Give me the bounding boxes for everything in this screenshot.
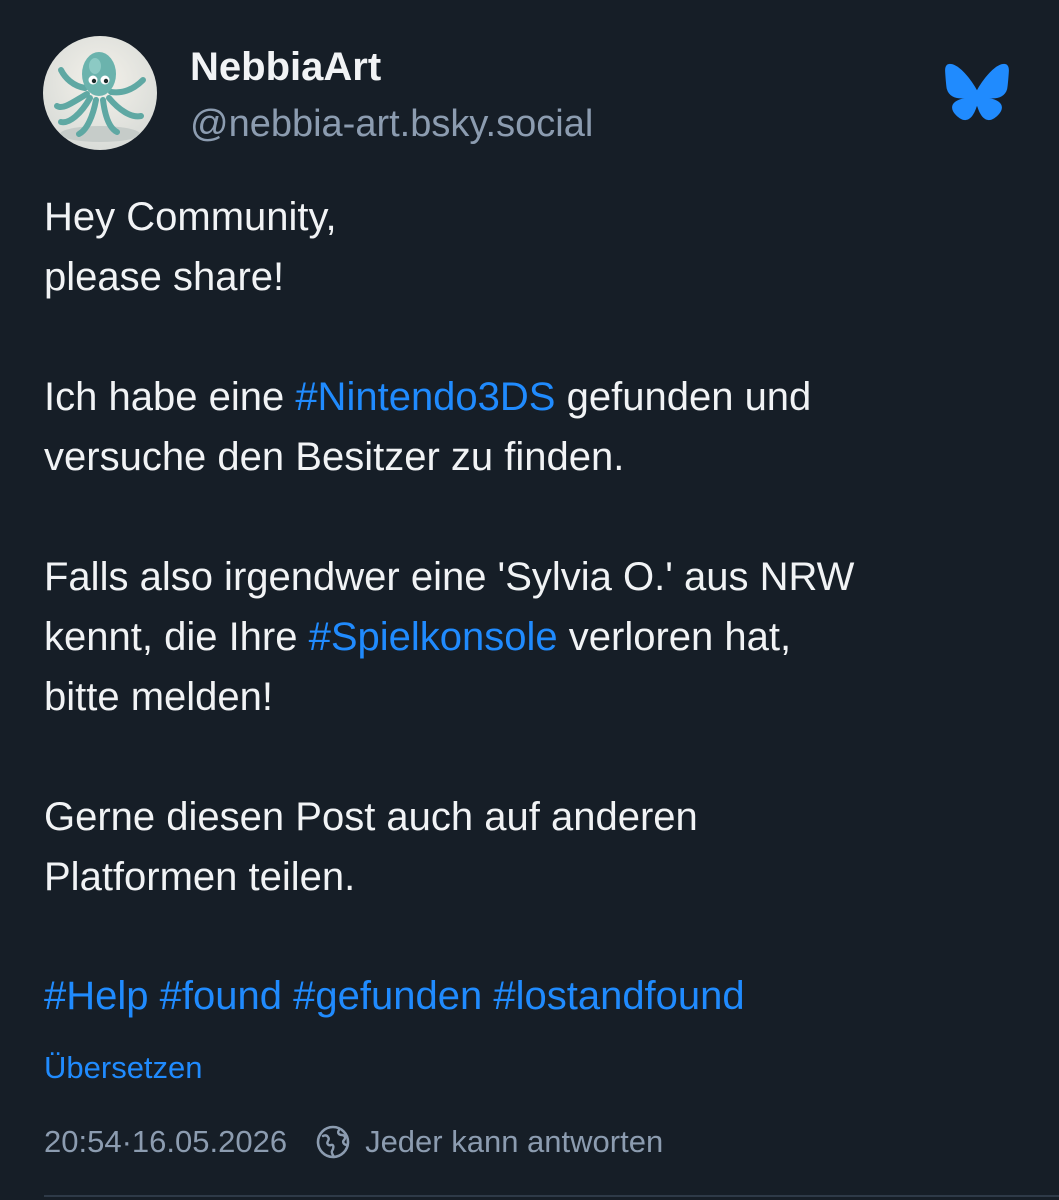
post-paragraph: Gerne diesen Post auch auf anderen Platf… [44, 787, 1034, 907]
post-text-line: bitte melden! [44, 675, 274, 719]
hashtag-spielkonsole-link[interactable]: #Spielkonsole [309, 615, 558, 659]
avatar[interactable] [43, 36, 157, 150]
post-text-line: Platformen teilen. [44, 855, 356, 899]
globe-icon [315, 1124, 351, 1160]
post-text-line: please share! [44, 255, 285, 299]
post-text-segment: kennt, die Ihre [44, 615, 309, 659]
divider [44, 1195, 1059, 1197]
post-view: NebbiaArt @nebbia-art.bsky.social Hey Co… [0, 0, 1059, 1200]
post-date: 16.05.2026 [131, 1124, 288, 1159]
translate-link[interactable]: Übersetzen [44, 1048, 203, 1088]
author-handle[interactable]: @nebbia-art.bsky.social [190, 101, 593, 147]
hashtag-found-link[interactable]: #found [160, 974, 282, 1018]
bluesky-butterfly-icon[interactable] [944, 62, 1010, 122]
post-text-line: Gerne diesen Post auch auf anderen [44, 795, 698, 839]
post-text-line: versuche den Besitzer zu finden. [44, 435, 625, 479]
post-time: 20:54 [44, 1124, 122, 1159]
author-display-name[interactable]: NebbiaArt [190, 43, 381, 91]
meta-separator: · [121, 1124, 132, 1159]
post-text-segment: verloren hat, [557, 615, 792, 659]
post-meta: 20:54 · 16.05.2026 Jeder kann antworten [44, 1122, 663, 1162]
post-text-line: kennt, die Ihre #Spielkonsole verloren h… [44, 607, 1034, 667]
reply-setting-label[interactable]: Jeder kann antworten [365, 1122, 663, 1162]
hashtag-gefunden-link[interactable]: #gefunden [293, 974, 482, 1018]
octopus-avatar-image [43, 36, 157, 150]
post-text-segment: gefunden und [555, 375, 812, 419]
post-paragraph: Hey Community, please share! [44, 187, 1034, 307]
hashtag-nintendo3ds-link[interactable]: #Nintendo3DS [295, 375, 555, 419]
post-text-line: Hey Community, [44, 195, 337, 239]
post-text-line: Ich habe eine #Nintendo3DS gefunden und [44, 367, 1034, 427]
post-text-line: Falls also irgendwer eine 'Sylvia O.' au… [44, 555, 855, 599]
hashtag-help-link[interactable]: #Help [44, 974, 149, 1018]
post-text-segment: Ich habe eine [44, 375, 296, 419]
hashtag-lostandfound-link[interactable]: #lostandfound [493, 974, 744, 1018]
hashtag-list: #Help #found #gefunden #lostandfound [44, 966, 745, 1026]
post-text: Hey Community, please share! Ich habe ei… [44, 187, 1034, 967]
post-paragraph: Ich habe eine #Nintendo3DS gefunden und … [44, 367, 1034, 487]
post-paragraph: Falls also irgendwer eine 'Sylvia O.' au… [44, 547, 1034, 727]
